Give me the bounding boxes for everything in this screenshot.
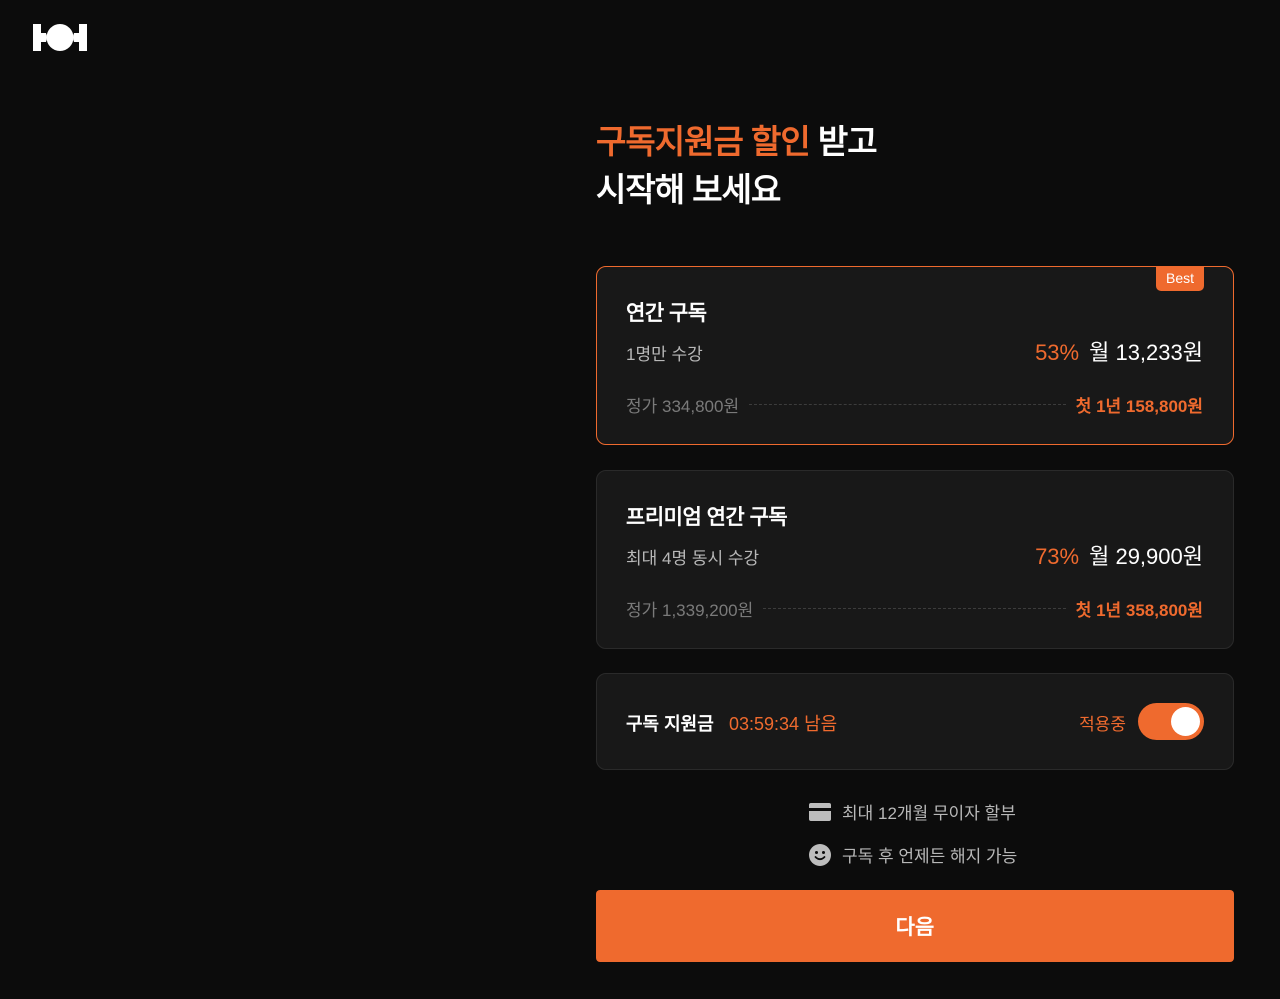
headline-rest: 받고 — [809, 123, 878, 160]
plan-card-annual[interactable]: Best 연간 구독 1명만 수강 53% 월 13,233원 정가 334,8… — [596, 266, 1234, 445]
benefit-text: 구독 후 언제든 해지 가능 — [842, 847, 1018, 866]
best-badge: Best — [1155, 266, 1204, 291]
first-year-price: 첫 1년 158,800원 — [1075, 397, 1203, 416]
price-row: 73% 월 29,900원 — [1035, 539, 1203, 571]
plan-title: 프리미엄 연간 구독 — [626, 506, 788, 529]
benefit-installment: 최대 12개월 무이자 할부 — [808, 799, 1016, 824]
dotted-divider — [763, 608, 1066, 609]
monthly-price: 월 13,233원 — [1089, 340, 1203, 365]
regular-price: 정가 334,800원 — [626, 397, 740, 416]
price-detail-row: 정가 334,800원 첫 1년 158,800원 — [626, 392, 1203, 417]
subsidy-status: 적용중 — [1079, 715, 1126, 734]
plan-card-premium[interactable]: 프리미엄 연간 구독 최대 4명 동시 수강 73% 월 29,900원 정가 … — [596, 470, 1234, 649]
subsidy-label: 구독 지원금 — [626, 714, 714, 734]
brand-logo-icon[interactable] — [33, 24, 87, 51]
page-headline: 구독지원금 할인 받고 시작해 보세요 — [596, 118, 878, 214]
toggle-knob — [1171, 707, 1200, 736]
first-year-price: 첫 1년 358,800원 — [1075, 601, 1203, 620]
discount-percent: 53% — [1035, 340, 1080, 365]
subsidy-toggle[interactable] — [1138, 703, 1204, 740]
plan-subtitle: 1명만 수강 — [626, 345, 703, 364]
dotted-divider — [749, 404, 1066, 405]
credit-card-icon — [808, 800, 832, 824]
plan-subtitle: 최대 4명 동시 수강 — [626, 549, 760, 568]
subsidy-timer: 03:59:34 남음 — [729, 714, 838, 734]
regular-price: 정가 1,339,200원 — [626, 601, 754, 620]
price-row: 53% 월 13,233원 — [1035, 335, 1203, 367]
plan-title: 연간 구독 — [626, 302, 707, 325]
monthly-price: 월 29,900원 — [1089, 544, 1203, 569]
headline-accent: 구독지원금 할인 — [596, 123, 811, 160]
smile-icon — [808, 843, 832, 867]
discount-percent: 73% — [1035, 544, 1080, 569]
headline-line2: 시작해 보세요 — [596, 171, 781, 208]
price-detail-row: 정가 1,339,200원 첫 1년 358,800원 — [626, 596, 1203, 621]
benefit-cancel: 구독 후 언제든 해지 가능 — [808, 842, 1017, 867]
next-button[interactable]: 다음 — [596, 890, 1234, 962]
benefit-text: 최대 12개월 무이자 할부 — [842, 804, 1016, 823]
subsidy-card: 구독 지원금 03:59:34 남음 적용중 — [596, 673, 1234, 770]
